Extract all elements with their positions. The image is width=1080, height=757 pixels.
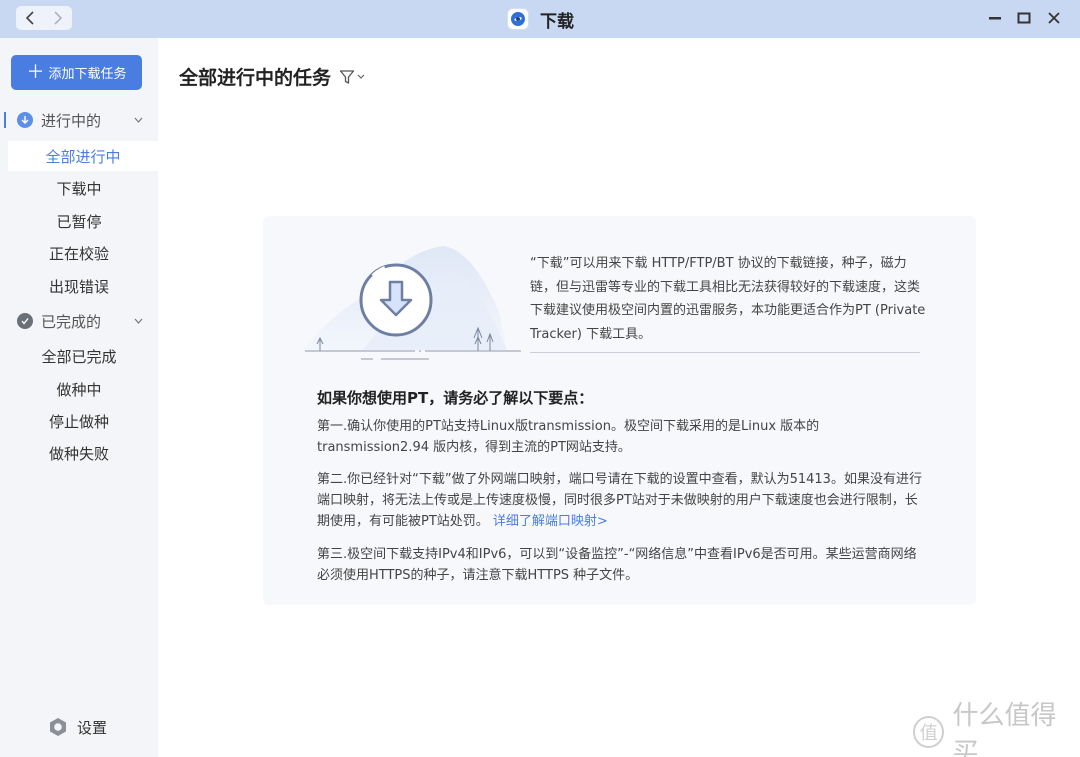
gear-icon [50, 718, 66, 736]
add-download-task-button[interactable]: ＋ 添加下载任务 [11, 55, 142, 90]
info-panel: “下载”可以用来下载 HTTP/FTP/BT 协议的下载链接，种子，磁力链，但与… [263, 216, 976, 605]
watermark: 值 什么值得买 [913, 701, 1080, 757]
download-circle-icon [17, 112, 33, 128]
chevron-down-icon [134, 115, 143, 126]
sidebar-item-seeding-failed[interactable]: 做种失败 [0, 438, 158, 468]
back-button[interactable] [16, 6, 44, 30]
nav-button-group [16, 6, 72, 30]
sidebar-item-seeding[interactable]: 做种中 [0, 374, 158, 404]
forward-button[interactable] [44, 6, 72, 30]
pt-heading: 如果你想使用PT，请务必了解以下要点： [317, 389, 594, 407]
point-2: 第二.你已经针对“下载”做了外网端口映射，端口号请在下载的设置中查看，默认为51… [317, 469, 923, 532]
minimize-icon [989, 17, 1001, 20]
app-logo-icon [508, 9, 528, 29]
port-mapping-link[interactable]: 详细了解端口映射> [493, 514, 608, 529]
check-circle-icon [17, 313, 33, 329]
point-3: 第三.极空间下载支持IPv4和IPv6，可以到“设备监控”-“网络信息”中查看I… [317, 547, 917, 583]
page-title-row: 全部进行中的任务 [179, 63, 365, 90]
close-icon [1048, 12, 1060, 24]
sidebar-item-paused[interactable]: 已暂停 [0, 206, 158, 236]
plus-icon: ＋ [26, 61, 45, 83]
chevron-down-icon [357, 72, 365, 82]
active-group-marker [4, 112, 6, 128]
maximize-icon [1017, 12, 1031, 24]
download-illustration [303, 246, 521, 360]
chevron-right-icon [54, 11, 63, 25]
close-button[interactable] [1045, 9, 1063, 27]
sidebar: ＋ 添加下载任务 进行中的 全部进行中 下载中 已暂停 正在校验 出现错误 已完… [0, 38, 158, 757]
group-in-progress[interactable]: 进行中的 [0, 105, 158, 135]
add-download-task-label: 添加下载任务 [48, 67, 127, 82]
filter-button[interactable] [339, 69, 365, 85]
group-label: 进行中的 [41, 111, 102, 130]
minimize-button[interactable] [986, 9, 1004, 27]
watermark-badge: 值 [913, 716, 945, 748]
settings-button[interactable]: 设置 [48, 716, 107, 738]
group-label: 已完成的 [41, 312, 102, 331]
sidebar-item-error[interactable]: 出现错误 [0, 271, 158, 301]
sidebar-item-all-completed[interactable]: 全部已完成 [0, 341, 158, 371]
intro-text: “下载”可以用来下载 HTTP/FTP/BT 协议的下载链接，种子，磁力链，但与… [530, 256, 926, 342]
sidebar-item-stopped-seeding[interactable]: 停止做种 [0, 406, 158, 436]
sidebar-item-downloading[interactable]: 下载中 [0, 173, 158, 203]
page-title: 全部进行中的任务 [179, 67, 332, 89]
settings-label: 设置 [77, 718, 108, 737]
sidebar-item-verifying[interactable]: 正在校验 [0, 238, 158, 268]
chevron-left-icon [25, 11, 34, 25]
maximize-button[interactable] [1015, 9, 1033, 27]
point-2-text: 第二.你已经针对“下载”做了外网端口映射，端口号请在下载的设置中查看，默认为51… [317, 472, 922, 529]
sidebar-item-all-in-progress[interactable]: 全部进行中 [8, 141, 158, 171]
divider [530, 352, 920, 353]
watermark-text: 什么值得买 [952, 701, 1057, 757]
chevron-down-icon [134, 316, 143, 327]
window-title-group: 下载 [508, 6, 574, 32]
group-completed[interactable]: 已完成的 [0, 306, 158, 336]
filter-icon [339, 69, 355, 84]
window-title: 下载 [540, 11, 574, 32]
title-bar: 下载 [0, 0, 1080, 38]
point-1: 第一.确认你使用的PT站支持Linux版transmission。极空间下载采用… [317, 419, 820, 455]
